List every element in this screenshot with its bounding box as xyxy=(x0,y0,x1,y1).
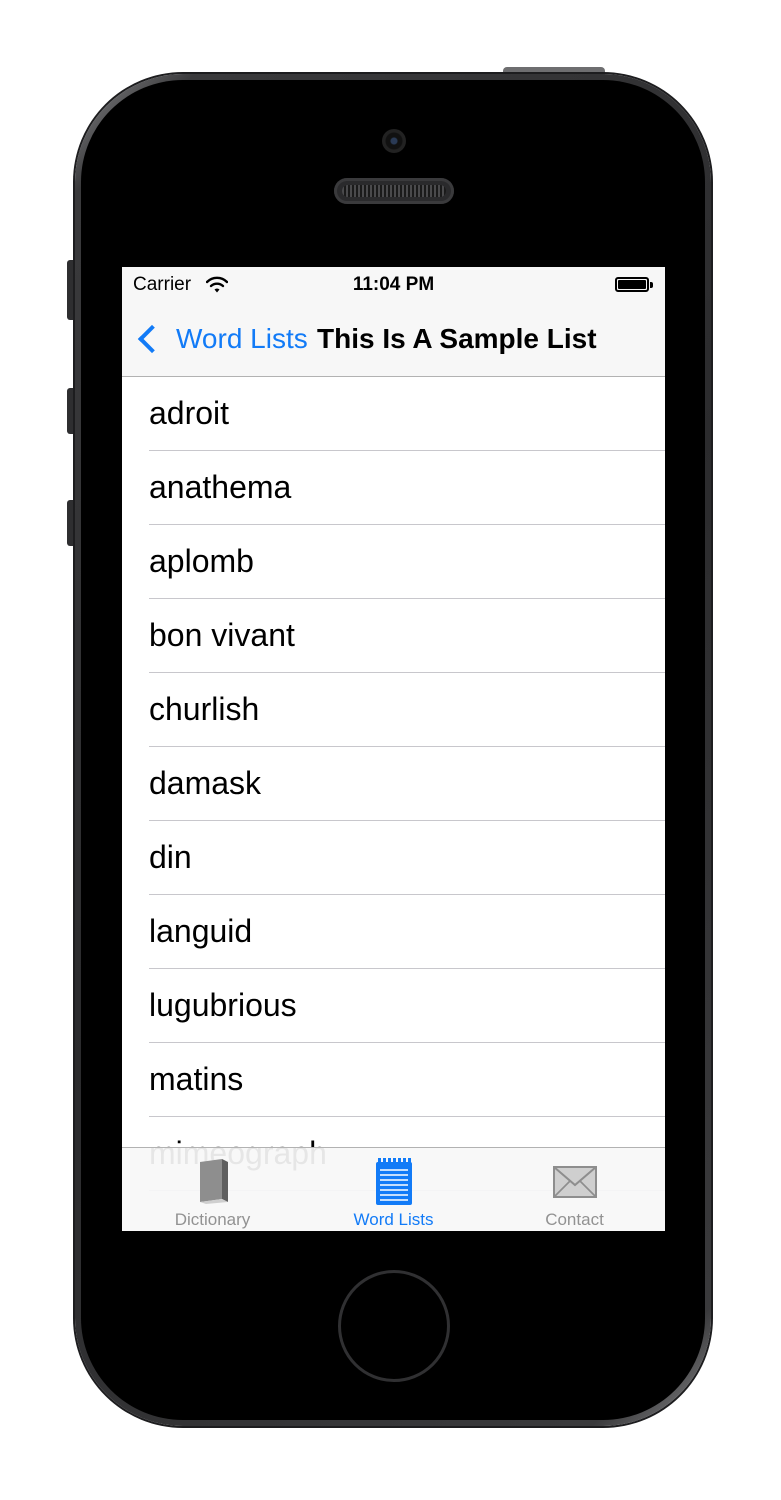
status-time: 11:04 PM xyxy=(352,274,435,295)
list-item-label: adroit xyxy=(149,395,230,431)
battery-tip xyxy=(650,282,653,288)
list-item[interactable]: lugubrious xyxy=(122,969,665,1043)
word-list: adroit anathema aplomb bon vivant churli… xyxy=(122,377,665,1191)
page-title: This Is A Sample List xyxy=(317,323,597,354)
front-camera xyxy=(382,129,406,153)
list-item[interactable]: adroit xyxy=(122,377,665,451)
chevron-left-icon xyxy=(137,324,167,354)
status-bar: Carrier 11:04 PM xyxy=(122,267,665,303)
list-item-label: churlish xyxy=(149,691,260,727)
back-button-label: Word Lists xyxy=(176,323,308,354)
list-item-label: aplomb xyxy=(149,543,254,579)
book-icon xyxy=(199,1159,228,1204)
list-item-label: din xyxy=(149,839,192,875)
list-item[interactable]: damask xyxy=(122,747,665,821)
list-item-label: matins xyxy=(149,1061,244,1097)
list-item[interactable]: churlish xyxy=(122,673,665,747)
tab-label: Dictionary xyxy=(174,1210,251,1229)
list-item[interactable]: matins xyxy=(122,1043,665,1117)
navigation-bar: Word Lists This Is A Sample List xyxy=(122,303,665,377)
list-item-label: lugubrious xyxy=(149,987,297,1023)
list-item-label: damask xyxy=(149,765,262,801)
list-item-label: anathema xyxy=(149,469,292,505)
list-item[interactable]: din xyxy=(122,821,665,895)
notepad-icon xyxy=(375,1158,412,1205)
list-item[interactable]: bon vivant xyxy=(122,599,665,673)
list-item-label: languid xyxy=(149,913,253,949)
tab-dictionary[interactable]: Dictionary xyxy=(122,1148,303,1231)
battery-icon xyxy=(615,277,649,292)
list-item[interactable]: aplomb xyxy=(122,525,665,599)
list-item-label: bon vivant xyxy=(149,617,295,653)
back-button[interactable]: Word Lists xyxy=(136,321,308,357)
envelope-icon xyxy=(552,1166,597,1198)
list-item[interactable]: anathema xyxy=(122,451,665,525)
screen: Carrier 11:04 PM Word Lists This Is A Sa… xyxy=(122,267,665,1231)
tab-label: Contact xyxy=(545,1210,604,1229)
home-button[interactable] xyxy=(338,1270,450,1382)
tab-contact[interactable]: Contact xyxy=(484,1148,665,1231)
tab-bar: Dictionary Word Lists Contact xyxy=(122,1147,665,1231)
tab-label: Word Lists xyxy=(353,1210,434,1229)
tab-word-lists[interactable]: Word Lists xyxy=(303,1148,484,1231)
earpiece-speaker xyxy=(334,178,454,204)
list-item[interactable]: languid xyxy=(122,895,665,969)
